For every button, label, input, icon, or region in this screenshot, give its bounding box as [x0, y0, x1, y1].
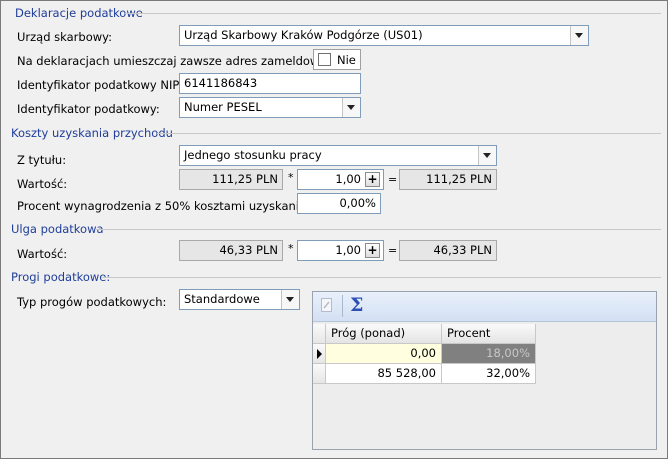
toolbar-separator [342, 295, 343, 317]
multiply-operator: * [288, 171, 294, 184]
plus-button[interactable]: + [365, 172, 380, 187]
urzad-label: Urząd skarbowy: [17, 30, 112, 44]
equals-operator: = [388, 173, 398, 186]
adres-label: Na deklaracjach umieszczaj zawsze adres … [17, 54, 348, 68]
column-header-procent[interactable]: Procent [442, 324, 536, 344]
grid-toolbar: Σ [313, 292, 656, 322]
chevron-down-icon[interactable] [281, 290, 299, 309]
typ-progow-value: Standardowe [184, 292, 260, 306]
chevron-down-icon[interactable] [342, 98, 360, 117]
chevron-down-icon[interactable] [570, 26, 588, 45]
ident-select[interactable]: Numer PESEL [179, 97, 361, 118]
procent-input[interactable]: 0,00% [297, 193, 381, 214]
tytul-value: Jednego stosunku pracy [184, 148, 322, 162]
ident-value: Numer PESEL [184, 100, 262, 114]
table-cell-procent[interactable]: 32,00% [442, 364, 536, 384]
adres-checkbox-field[interactable]: Nie [313, 49, 361, 70]
section-divider [95, 229, 661, 230]
ulga-result-value: 46,33 PLN [399, 240, 497, 261]
plus-button[interactable]: + [365, 243, 380, 258]
urzad-select[interactable]: Urząd Skarbowy Kraków Podgórze (US01) [179, 25, 589, 46]
koszty-multiplier-value: 1,00 [335, 172, 361, 186]
koszty-wartosc-label: Wartość: [17, 177, 68, 191]
row-indicator-header [313, 324, 326, 344]
typ-progow-select[interactable]: Standardowe [179, 289, 300, 310]
ulga-multiplier-value: 1,00 [335, 243, 361, 257]
table-cell-procent[interactable]: 18,00% [442, 344, 536, 364]
urzad-value: Urząd Skarbowy Kraków Podgórze (US01) [184, 28, 423, 42]
settings-panel: Deklaracje podatkowe Urząd skarbowy: Urz… [0, 0, 668, 459]
nip-input[interactable]: 6141186843 [179, 73, 361, 94]
section-title-progi: Progi podatkowe: [11, 270, 111, 284]
koszty-result-value: 111,25 PLN [399, 169, 497, 190]
ulga-base-value: 46,33 PLN [179, 240, 283, 261]
section-divider [101, 277, 661, 278]
section-divider [157, 133, 661, 134]
ulga-multiplier-input[interactable]: 1,00 + [297, 240, 384, 261]
row-indicator[interactable] [313, 364, 326, 384]
table-cell-prog[interactable]: 85 528,00 [326, 364, 442, 384]
ident-label: Identyfikator podatkowy: [17, 102, 160, 116]
adres-checkbox[interactable] [318, 53, 331, 66]
progi-grid-panel: Σ Próg (ponad) Procent 0,00 18,00% 85 52… [312, 291, 657, 450]
section-title-ulga: Ulga podatkowa [11, 222, 104, 236]
sigma-icon[interactable]: Σ [350, 295, 363, 315]
ulga-wartosc-label: Wartość: [17, 247, 68, 261]
multiply-operator: * [288, 242, 294, 255]
koszty-multiplier-input[interactable]: 1,00 + [297, 169, 384, 190]
column-header-prog[interactable]: Próg (ponad) [326, 324, 442, 344]
typ-progow-label: Typ progów podatkowych: [17, 295, 167, 309]
row-indicator-current[interactable] [313, 344, 326, 364]
nip-label: Identyfikator podatkowy NIP: [17, 78, 184, 92]
grid-body: Próg (ponad) Procent 0,00 18,00% 85 528,… [313, 322, 656, 449]
procent-label: Procent wynagrodzenia z 50% kosztami uzy… [17, 199, 310, 213]
adres-checkbox-label: Nie [337, 53, 356, 67]
section-divider [125, 13, 661, 14]
triangle-right-icon [317, 349, 322, 359]
edit-doc-icon[interactable] [321, 298, 332, 312]
tytul-label: Z tytułu: [17, 153, 67, 167]
chevron-down-icon[interactable] [478, 146, 496, 165]
section-title-deklaracje: Deklaracje podatkowe [15, 6, 143, 20]
koszty-base-value: 111,25 PLN [179, 169, 283, 190]
equals-operator: = [388, 244, 398, 257]
tytul-select[interactable]: Jednego stosunku pracy [179, 145, 497, 166]
table-cell-prog[interactable]: 0,00 [326, 344, 442, 364]
section-title-koszty: Koszty uzyskania przychodu [11, 126, 173, 140]
